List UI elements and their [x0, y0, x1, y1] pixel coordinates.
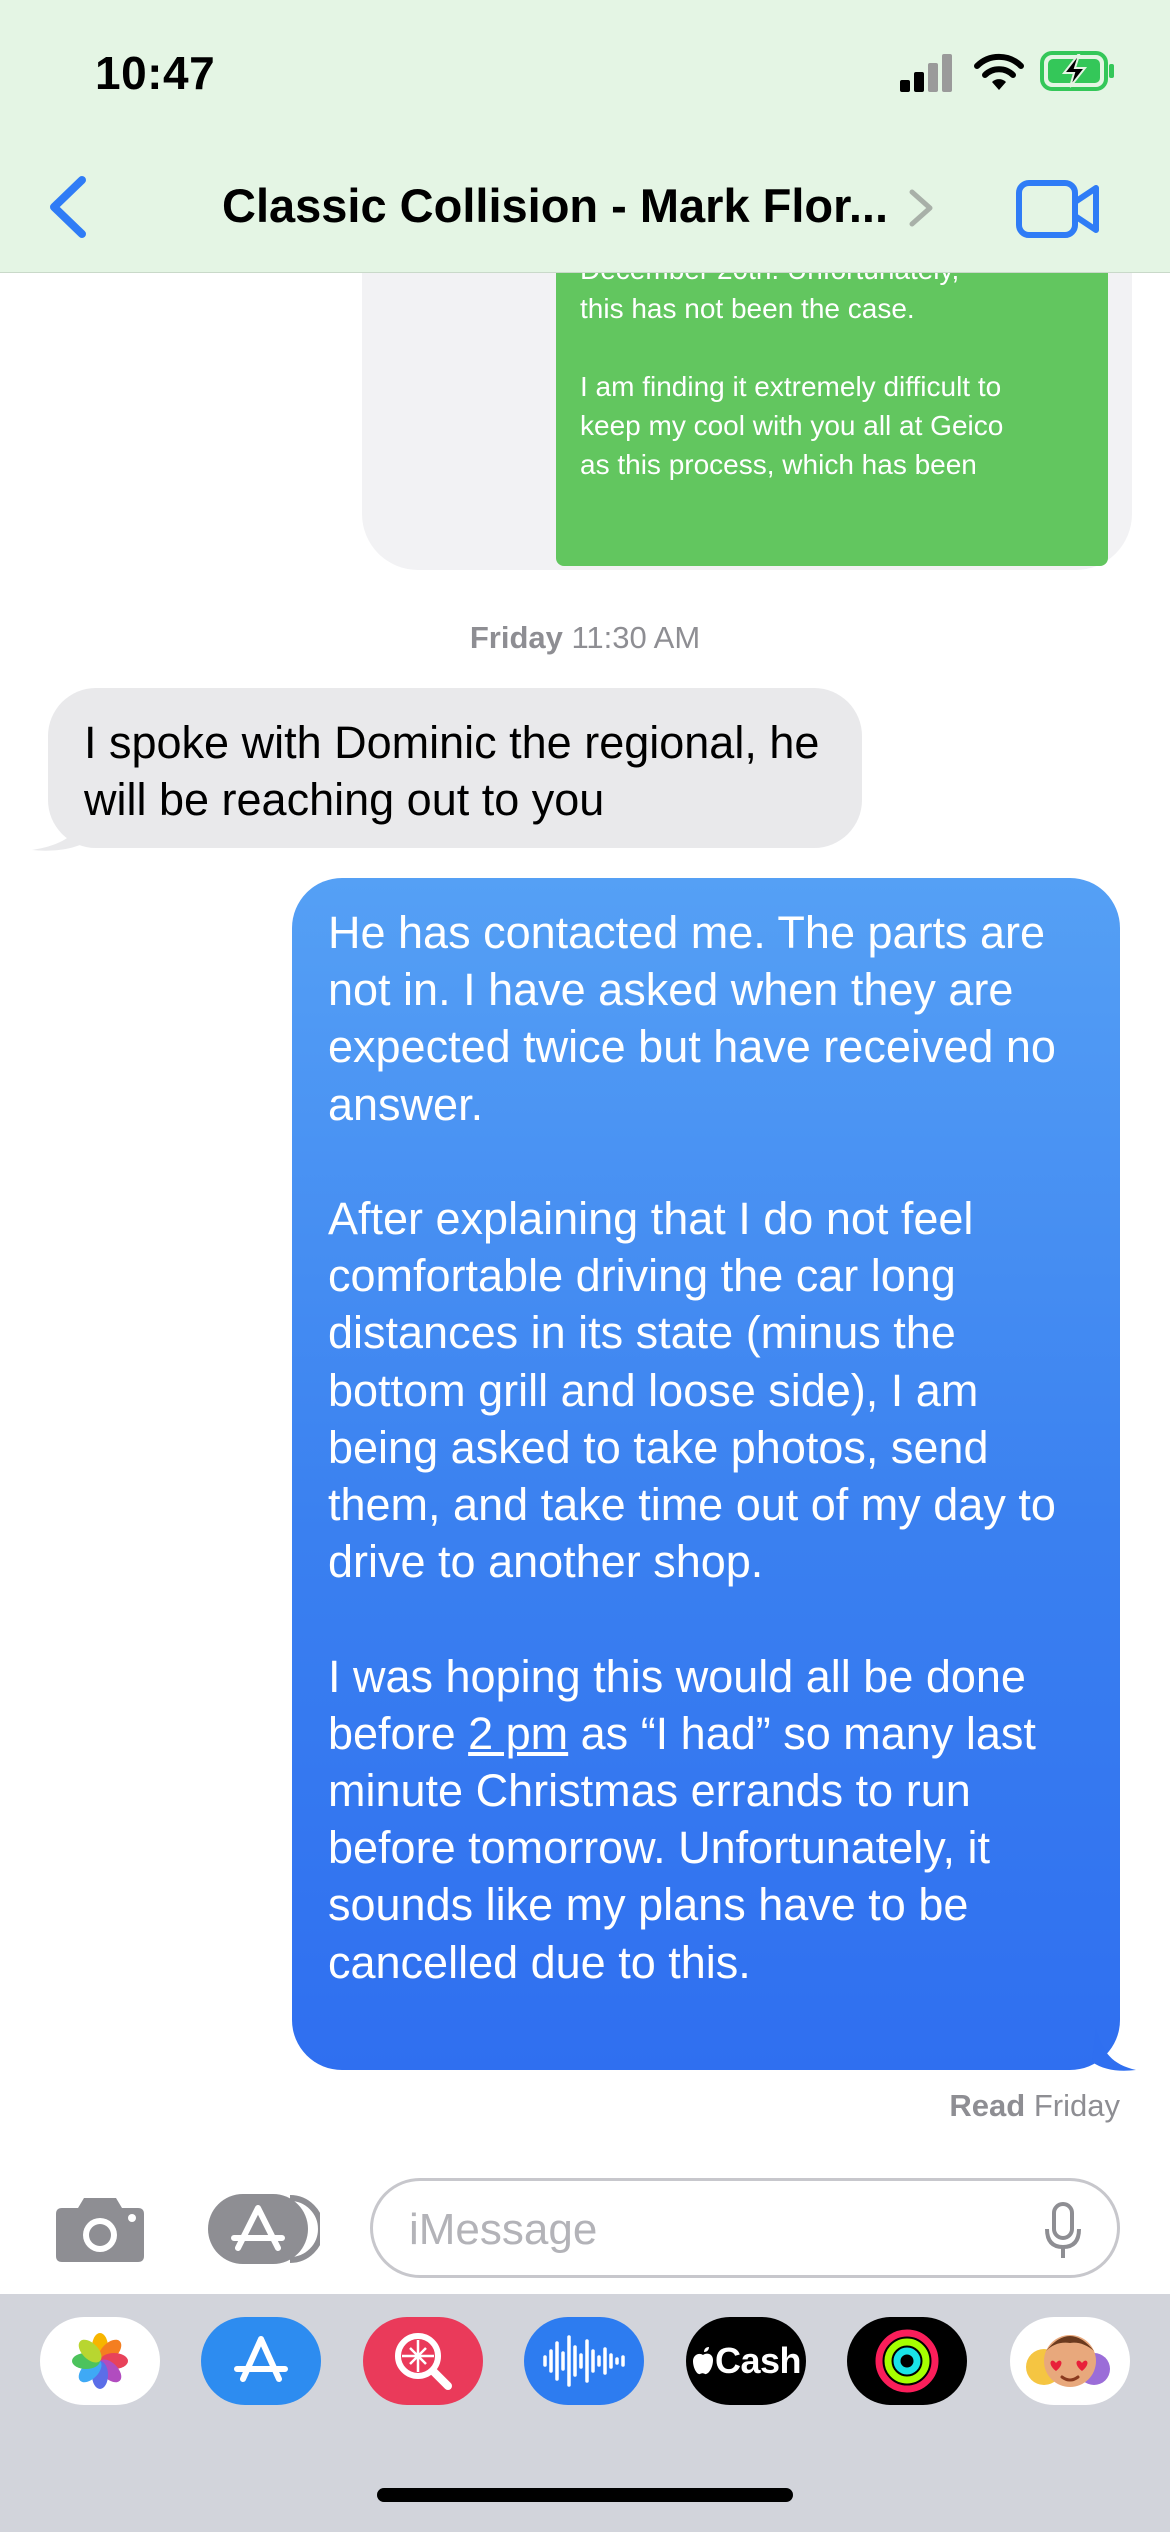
- message-input-field[interactable]: [370, 2178, 1120, 2278]
- audio-waveform-icon: [543, 2335, 625, 2387]
- activity-rings-icon: [875, 2329, 939, 2393]
- time-link[interactable]: 2 pm: [468, 1708, 568, 1759]
- read-label: Read: [949, 2088, 1026, 2123]
- outgoing-bubble-tail: [1092, 2028, 1136, 2071]
- chevron-right-icon[interactable]: [906, 188, 936, 228]
- microphone-icon[interactable]: [1043, 2201, 1083, 2261]
- message-timestamp: Friday 11:30 AM: [0, 620, 1170, 656]
- header: 10:47 Classic Collision - Mark Flor...: [0, 0, 1170, 273]
- image-search-app-button[interactable]: [363, 2317, 483, 2405]
- image-search-icon: [395, 2333, 452, 2390]
- read-receipt: Read Friday: [949, 2088, 1120, 2124]
- app-store-button-icon[interactable]: [208, 2194, 320, 2264]
- timestamp-day: Friday: [469, 620, 563, 655]
- audio-message-app-button[interactable]: [524, 2317, 644, 2405]
- photos-icon: [72, 2333, 128, 2389]
- message-input[interactable]: [407, 2201, 1011, 2259]
- cash-label: Cash: [714, 2340, 802, 2381]
- apple-cash-app-button[interactable]: Cash: [686, 2317, 806, 2405]
- home-indicator: [377, 2488, 793, 2502]
- status-time: 10:47: [95, 47, 216, 99]
- cellular-signal-icon: [900, 54, 952, 92]
- battery-charging-icon: [1040, 51, 1114, 91]
- read-time: Friday: [1033, 2088, 1120, 2123]
- memoji-icon: [1026, 2335, 1110, 2387]
- incoming-message-bubble[interactable]: I spoke with Dominic the regional, he wi…: [48, 688, 862, 848]
- timestamp-time: 11:30 AM: [571, 620, 701, 655]
- photos-app-button[interactable]: [40, 2317, 160, 2405]
- app-store-app-button[interactable]: [201, 2317, 321, 2405]
- incoming-bubble-tail: [32, 808, 90, 851]
- wifi-icon: [974, 53, 1024, 90]
- memoji-app-button[interactable]: [1010, 2317, 1130, 2405]
- chevron-left-icon: [50, 176, 86, 238]
- video-call-icon[interactable]: [1016, 180, 1100, 238]
- apple-logo-icon: [692, 2347, 713, 2375]
- fitness-app-button[interactable]: [847, 2317, 967, 2405]
- outgoing-message-text-1: He has contacted me. The parts are not i…: [328, 907, 1056, 1759]
- app-store-icon: [234, 2336, 288, 2382]
- camera-icon[interactable]: [54, 2194, 146, 2264]
- contact-name-title[interactable]: Classic Collision - Mark Flor...: [222, 178, 888, 233]
- outgoing-message-bubble[interactable]: He has contacted me. The parts are not i…: [292, 878, 1120, 2070]
- back-button[interactable]: [44, 172, 94, 242]
